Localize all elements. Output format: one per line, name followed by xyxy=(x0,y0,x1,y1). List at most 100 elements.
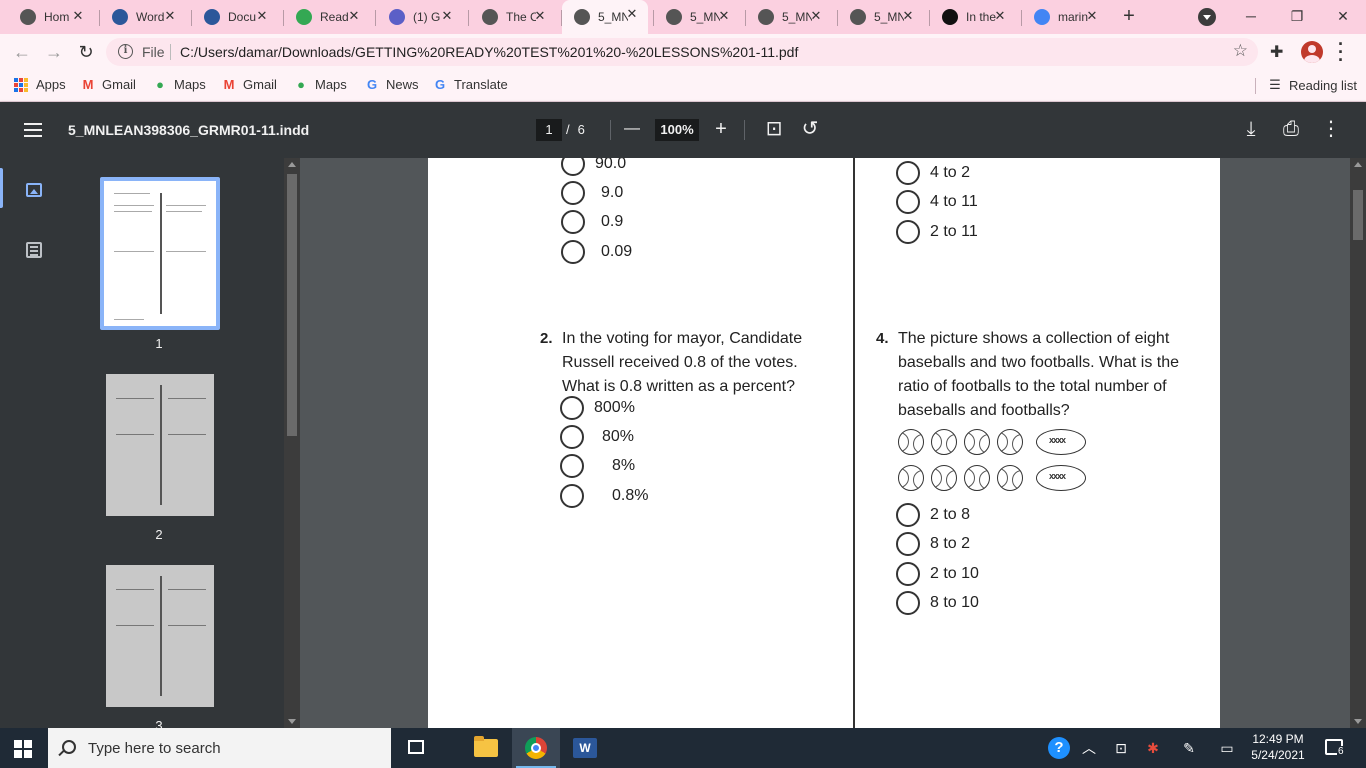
task-view-button[interactable] xyxy=(392,728,440,768)
address-bar[interactable]: i File C:/Users/damar/Downloads/GETTING%… xyxy=(106,38,1258,66)
browser-tab[interactable]: Read ✕ xyxy=(284,2,370,32)
show-hidden-icons-chevron[interactable]: ︿ xyxy=(1078,728,1100,768)
page-thumbnail-1[interactable] xyxy=(104,181,216,326)
radio-button[interactable] xyxy=(896,220,920,244)
answer-option[interactable]: 90.0 xyxy=(561,158,626,176)
taskbar-search-box[interactable]: Type here to search xyxy=(48,728,391,768)
answer-option[interactable]: 2 to 11 xyxy=(896,220,978,244)
tab-close-icon[interactable]: ✕ xyxy=(346,8,362,24)
browser-tab[interactable]: (1) G ✕ xyxy=(377,2,463,32)
radio-button[interactable] xyxy=(560,396,584,420)
profile-avatar[interactable] xyxy=(1301,41,1323,63)
browser-tab[interactable]: 5_MN ✕ xyxy=(838,2,924,32)
download-icon[interactable]: ⤓ xyxy=(1240,118,1262,142)
answer-option[interactable]: 800% xyxy=(560,396,635,420)
answer-option[interactable]: 2 to 8 xyxy=(896,503,970,527)
answer-option[interactable]: 0.8% xyxy=(560,484,648,508)
reading-list-button[interactable]: ☰ Reading list xyxy=(1267,77,1357,93)
more-actions-icon[interactable]: ⋮ xyxy=(1320,118,1342,142)
answer-option[interactable]: 0.09 xyxy=(561,240,632,264)
page-thumbnail-3[interactable] xyxy=(106,565,214,707)
viewer-scroll-thumb[interactable] xyxy=(1353,190,1363,240)
radio-button[interactable] xyxy=(561,181,585,205)
file-explorer-button[interactable] xyxy=(462,728,510,768)
tab-close-icon[interactable]: ✕ xyxy=(716,8,732,24)
help-icon[interactable]: ? xyxy=(1048,737,1070,759)
browser-tab[interactable]: 5_MN ✕ xyxy=(746,2,832,32)
clock[interactable]: 12:49 PM 5/24/2021 xyxy=(1248,731,1308,763)
chrome-taskbar-button[interactable] xyxy=(512,728,560,768)
meet-now-icon[interactable]: ⊡ xyxy=(1110,728,1132,768)
browser-menu-icon[interactable]: · · · xyxy=(1336,35,1346,69)
zoom-in-button[interactable]: + xyxy=(710,118,732,142)
tab-close-icon[interactable]: ✕ xyxy=(532,8,548,24)
pen-icon[interactable]: ✎ xyxy=(1178,728,1200,768)
tab-close-icon[interactable]: ✕ xyxy=(1084,8,1100,24)
reload-button[interactable]: ↻ xyxy=(74,40,98,64)
tab-close-icon[interactable]: ✕ xyxy=(70,8,86,24)
sidebar-scroll-thumb[interactable] xyxy=(287,174,297,436)
menu-icon[interactable] xyxy=(24,123,42,137)
browser-tab[interactable]: In the ✕ xyxy=(930,2,1016,32)
answer-option[interactable]: 0.9 xyxy=(561,210,623,234)
scroll-up-arrow[interactable] xyxy=(288,162,296,167)
tab-close-icon[interactable]: ✕ xyxy=(624,6,640,22)
answer-option[interactable]: 4 to 2 xyxy=(896,161,970,185)
bookmark-item[interactable]: Apps xyxy=(14,77,66,92)
answer-option[interactable]: 8 to 10 xyxy=(896,591,979,615)
page-thumbnail-2[interactable] xyxy=(106,374,214,516)
browser-tab[interactable]: Hom ✕ xyxy=(8,2,94,32)
radio-button[interactable] xyxy=(561,210,585,234)
tab-close-icon[interactable]: ✕ xyxy=(439,8,455,24)
browser-tab[interactable]: The C ✕ xyxy=(470,2,556,32)
windows-start-icon[interactable] xyxy=(14,740,32,758)
new-tab-button[interactable]: + xyxy=(1118,6,1140,26)
radio-button[interactable] xyxy=(896,503,920,527)
radio-button[interactable] xyxy=(896,532,920,556)
browser-tab[interactable]: Docu ✕ xyxy=(192,2,278,32)
info-icon[interactable]: i xyxy=(118,44,133,59)
radio-button[interactable] xyxy=(896,591,920,615)
radio-button[interactable] xyxy=(896,190,920,214)
scroll-up-arrow[interactable] xyxy=(1354,162,1362,167)
bookmark-item[interactable]: ● Maps xyxy=(152,77,206,92)
radio-button[interactable] xyxy=(896,161,920,185)
minimize-button[interactable]: ─ xyxy=(1228,4,1274,30)
rotate-icon[interactable]: ↺ xyxy=(799,118,821,142)
bookmark-star-icon[interactable]: ☆ xyxy=(1233,41,1248,61)
bookmark-item[interactable]: M Gmail xyxy=(80,77,136,92)
answer-option[interactable]: 2 to 10 xyxy=(896,562,979,586)
sidebar-scrollbar[interactable] xyxy=(284,158,300,728)
tab-close-icon[interactable]: ✕ xyxy=(254,8,270,24)
browser-tab[interactable]: 5_MN ✕ xyxy=(562,0,648,34)
scroll-down-arrow[interactable] xyxy=(288,719,296,724)
extensions-puzzle-icon[interactable]: ✚ xyxy=(1270,42,1283,62)
url-text[interactable]: C:/Users/damar/Downloads/GETTING%20READY… xyxy=(180,44,798,60)
bookmark-item[interactable]: ● Maps xyxy=(293,77,347,92)
back-button[interactable]: ← xyxy=(10,40,34,64)
tab-search-icon[interactable] xyxy=(1198,8,1216,26)
answer-option[interactable]: 80% xyxy=(560,425,634,449)
forward-button[interactable]: → xyxy=(42,40,66,64)
radio-button[interactable] xyxy=(560,454,584,478)
network-icon[interactable]: ▭ xyxy=(1214,728,1240,768)
viewer-scrollbar[interactable] xyxy=(1350,158,1366,728)
zoom-input[interactable]: 100% xyxy=(655,119,699,141)
browser-tab[interactable]: 5_MN ✕ xyxy=(654,2,740,32)
bookmark-item[interactable]: G Translate xyxy=(432,77,508,92)
radio-button[interactable] xyxy=(561,158,585,176)
scroll-down-arrow[interactable] xyxy=(1354,719,1362,724)
answer-option[interactable]: 8% xyxy=(560,454,635,478)
tray-app-icon[interactable]: ✱ xyxy=(1142,728,1164,768)
radio-button[interactable] xyxy=(560,484,584,508)
radio-button[interactable] xyxy=(561,240,585,264)
page-number-input[interactable]: 1 xyxy=(536,119,562,141)
answer-option[interactable]: 8 to 2 xyxy=(896,532,970,556)
word-taskbar-button[interactable]: W xyxy=(561,728,609,768)
bookmark-item[interactable]: M Gmail xyxy=(221,77,277,92)
tab-close-icon[interactable]: ✕ xyxy=(900,8,916,24)
print-icon[interactable]: ⎙ xyxy=(1280,118,1302,142)
fit-to-page-icon[interactable]: ⊡ xyxy=(763,118,785,142)
tab-close-icon[interactable]: ✕ xyxy=(162,8,178,24)
radio-button[interactable] xyxy=(896,562,920,586)
